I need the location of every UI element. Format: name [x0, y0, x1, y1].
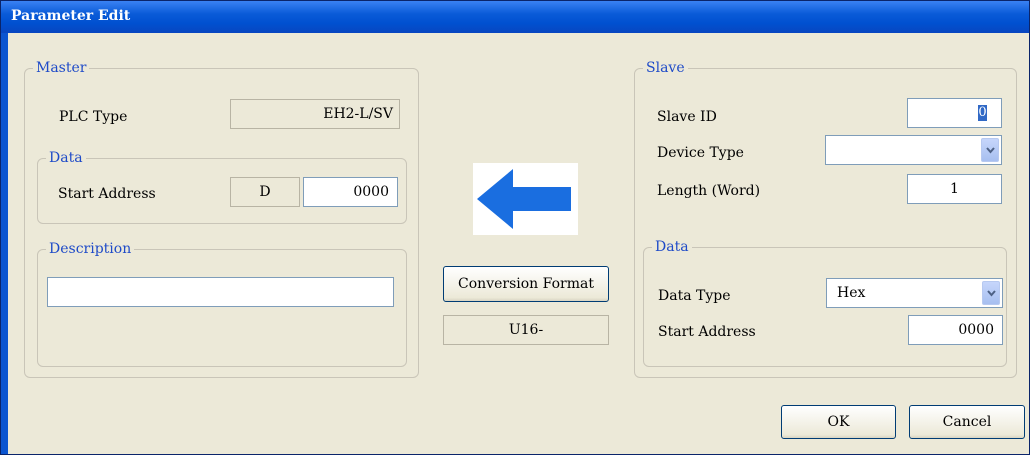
master-start-address-label: Start Address	[58, 186, 156, 202]
parameter-edit-dialog: Parameter Edit Master PLC Type EH2-L/SV …	[0, 0, 1030, 455]
device-type-label: Device Type	[657, 145, 744, 161]
description-input[interactable]	[47, 277, 394, 307]
slave-id-selected-text: 0	[978, 105, 987, 121]
description-legend: Description	[46, 241, 135, 257]
data-type-select[interactable]: Hex	[826, 278, 1003, 308]
plc-type-label: PLC Type	[59, 109, 128, 125]
chevron-down-icon[interactable]	[982, 281, 1000, 305]
slave-data-group: Data Data Type Hex Start Address 0000	[643, 239, 1007, 367]
conversion-format-button[interactable]: Conversion Format	[443, 266, 609, 302]
slave-legend: Slave	[643, 60, 688, 76]
description-group: Description	[37, 241, 407, 367]
data-type-label: Data Type	[658, 288, 731, 304]
left-arrow-icon	[473, 163, 578, 235]
slave-id-label: Slave ID	[657, 109, 717, 125]
master-legend: Master	[33, 60, 90, 76]
master-start-address-input[interactable]: 0000	[303, 177, 398, 207]
cancel-button[interactable]: Cancel	[909, 405, 1025, 439]
master-group: Master PLC Type EH2-L/SV Data Start Addr…	[24, 60, 419, 378]
length-label: Length (Word)	[657, 183, 761, 199]
slave-start-address-label: Start Address	[658, 324, 756, 340]
ok-button[interactable]: OK	[781, 405, 896, 439]
window-title: Parameter Edit	[11, 8, 131, 24]
slave-start-address-input[interactable]: 0000	[908, 315, 1003, 345]
master-data-group: Data Start Address D 0000	[37, 150, 407, 224]
title-bar[interactable]: Parameter Edit	[1, 1, 1029, 33]
conversion-format-value: U16-	[443, 315, 609, 345]
slave-data-legend: Data	[652, 239, 692, 255]
slave-id-input[interactable]: 0	[907, 98, 1002, 128]
device-prefix: D	[230, 177, 300, 207]
slave-group: Slave Slave ID 0 Device Type Length (Wor…	[634, 60, 1017, 378]
plc-type-value: EH2-L/SV	[230, 99, 400, 129]
window-left-border	[1, 33, 8, 454]
device-type-select[interactable]	[825, 135, 1002, 165]
master-data-legend: Data	[46, 150, 86, 166]
data-type-value: Hex	[837, 285, 866, 301]
chevron-down-icon[interactable]	[981, 138, 999, 162]
length-input[interactable]: 1	[907, 174, 1002, 204]
